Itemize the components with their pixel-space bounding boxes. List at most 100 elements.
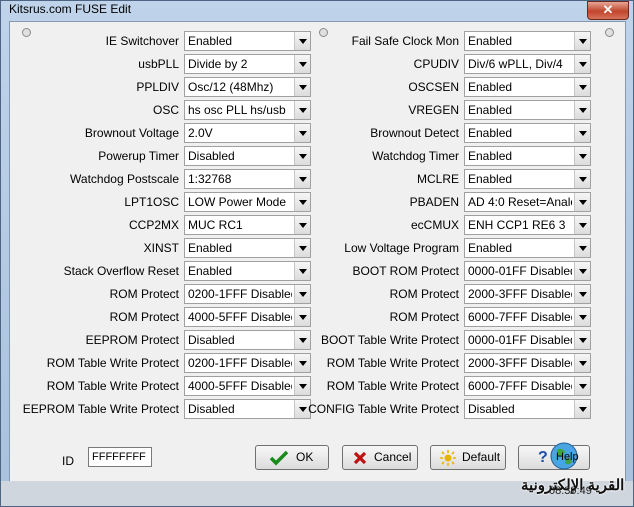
help-button[interactable]: ? Help — [518, 442, 590, 470]
fuse-label: Watchdog Postscale — [70, 172, 179, 186]
chevron-down-icon[interactable] — [574, 32, 590, 50]
dropdown-value: 0000-01FF Disabled — [468, 264, 572, 278]
fuse-dropdown[interactable]: 2000-3FFF Disabled — [464, 284, 591, 304]
chevron-down-icon[interactable] — [574, 55, 590, 73]
chevron-down-icon[interactable] — [294, 239, 310, 257]
fuse-dropdown[interactable]: AD 4:0 Reset=Analog — [464, 192, 591, 212]
dropdown-value: Div/6 wPLL, Div/4 — [468, 57, 563, 71]
fuse-dropdown[interactable]: Enabled — [184, 31, 311, 51]
chevron-down-icon[interactable] — [574, 331, 590, 349]
fuse-dropdown[interactable]: Enabled — [184, 238, 311, 258]
fuse-dropdown[interactable]: Disabled — [184, 399, 311, 419]
chevron-down-icon[interactable] — [574, 78, 590, 96]
ok-button[interactable]: OK — [255, 445, 329, 470]
chevron-down-icon[interactable] — [294, 308, 310, 326]
id-input[interactable]: FFFFFFFF — [88, 447, 152, 467]
fuse-dropdown[interactable]: 6000-7FFF Disabled — [464, 376, 591, 396]
fuse-label: Watchdog Timer — [372, 149, 459, 163]
chevron-down-icon[interactable] — [574, 193, 590, 211]
dropdown-value: Enabled — [468, 241, 513, 255]
cancel-button[interactable]: Cancel — [342, 445, 418, 470]
chevron-down-icon[interactable] — [574, 262, 590, 280]
chevron-down-icon[interactable] — [294, 78, 310, 96]
fuse-dropdown[interactable]: 4000-5FFF Disabled — [184, 307, 311, 327]
fuse-dropdown[interactable]: 0000-01FF Disabled — [464, 261, 591, 281]
fuse-dropdown[interactable]: 0000-01FF Disabled — [464, 330, 591, 350]
chevron-down-icon[interactable] — [574, 124, 590, 142]
fuse-dropdown[interactable]: Osc/12 (48Mhz) — [184, 77, 311, 97]
chevron-down-icon[interactable] — [574, 354, 590, 372]
chevron-down-icon[interactable] — [294, 285, 310, 303]
fuse-dropdown[interactable]: hs osc PLL hs/usb — [184, 100, 311, 120]
chevron-down-icon[interactable] — [574, 147, 590, 165]
chevron-down-icon[interactable] — [574, 170, 590, 188]
chevron-down-icon[interactable] — [294, 55, 310, 73]
fuse-dropdown[interactable]: Disabled — [184, 330, 311, 350]
dropdown-value: MUC RC1 — [188, 218, 243, 232]
fuse-dropdown[interactable]: Enabled — [464, 77, 591, 97]
chevron-down-icon[interactable] — [294, 170, 310, 188]
close-button[interactable]: ✕ — [587, 1, 629, 20]
chevron-down-icon[interactable] — [574, 216, 590, 234]
chevron-down-icon[interactable] — [294, 331, 310, 349]
fuse-dropdown[interactable]: Enabled — [464, 31, 591, 51]
fuse-label: LPT1OSC — [124, 195, 179, 209]
fuse-dropdown[interactable]: Disabled — [184, 146, 311, 166]
fuse-label: CONFIG Table Write Protect — [308, 402, 459, 416]
chevron-down-icon[interactable] — [294, 124, 310, 142]
chevron-down-icon[interactable] — [294, 193, 310, 211]
fuse-label: VREGEN — [408, 103, 459, 117]
fuse-dropdown[interactable]: Enabled — [464, 100, 591, 120]
chevron-down-icon[interactable] — [294, 147, 310, 165]
fuse-edit-window: Kitsrus.com FUSE Edit ✕ IE Switchover Ena… — [0, 0, 634, 507]
chevron-down-icon[interactable] — [294, 262, 310, 280]
fuse-dropdown[interactable]: Divide by 2 — [184, 54, 311, 74]
fuse-label: ROM Protect — [389, 310, 459, 324]
default-button[interactable]: Default — [430, 445, 506, 470]
dropdown-value: Enabled — [468, 80, 513, 94]
fuse-dropdown[interactable]: 2.0V — [184, 123, 311, 143]
dropdown-value: Divide by 2 — [188, 57, 248, 71]
fuse-dropdown[interactable]: Disabled — [464, 399, 591, 419]
fuse-dropdown[interactable]: Enabled — [464, 146, 591, 166]
fuse-label: OSC — [152, 103, 179, 117]
question-icon: ? — [538, 449, 548, 466]
fuse-dropdown[interactable]: 0200-1FFF Disabled — [184, 284, 311, 304]
fuse-label: ROM Table Write Protect — [46, 356, 179, 370]
chevron-down-icon[interactable] — [294, 101, 310, 119]
dropdown-value: Disabled — [468, 402, 515, 416]
right-grip-icon — [605, 28, 614, 37]
fuse-dropdown[interactable]: Div/6 wPLL, Div/4 — [464, 54, 591, 74]
chevron-down-icon[interactable] — [574, 400, 590, 418]
fuse-dropdown[interactable]: 1:32768 — [184, 169, 311, 189]
fuse-dropdown[interactable]: MUC RC1 — [184, 215, 311, 235]
id-label: ID — [62, 454, 74, 468]
chevron-down-icon[interactable] — [574, 239, 590, 257]
fuse-dropdown[interactable]: 2000-3FFF Disabled — [464, 353, 591, 373]
chevron-down-icon[interactable] — [574, 377, 590, 395]
fuse-label: BOOT Table Write Protect — [320, 333, 459, 347]
chevron-down-icon[interactable] — [294, 32, 310, 50]
fuse-dropdown[interactable]: ENH CCP1 RE6 3 — [464, 215, 591, 235]
dropdown-value: Enabled — [188, 264, 233, 278]
fuse-dropdown[interactable]: Enabled — [464, 238, 591, 258]
fuse-label: PBADEN — [409, 195, 459, 209]
fuse-dropdown[interactable]: LOW Power Mode — [184, 192, 311, 212]
chevron-down-icon[interactable] — [294, 354, 310, 372]
title-bar[interactable]: Kitsrus.com FUSE Edit ✕ — [1, 1, 633, 20]
fuse-dropdown[interactable]: 4000-5FFF Disabled — [184, 376, 311, 396]
fuse-dropdown[interactable]: Enabled — [464, 123, 591, 143]
fuse-dropdown[interactable]: 0200-1FFF Disabled — [184, 353, 311, 373]
dropdown-value: 2000-3FFF Disabled — [468, 287, 572, 301]
chevron-down-icon[interactable] — [294, 377, 310, 395]
window-title: Kitsrus.com FUSE Edit — [9, 2, 132, 16]
fuse-dropdown[interactable]: Enabled — [464, 169, 591, 189]
chevron-down-icon[interactable] — [574, 308, 590, 326]
chevron-down-icon[interactable] — [574, 285, 590, 303]
fuse-dropdown[interactable]: Enabled — [184, 261, 311, 281]
fuse-label: Brownout Voltage — [84, 126, 179, 140]
chevron-down-icon[interactable] — [574, 101, 590, 119]
fuse-label: CPUDIV — [413, 57, 459, 71]
fuse-dropdown[interactable]: 6000-7FFF Disabled — [464, 307, 591, 327]
chevron-down-icon[interactable] — [294, 216, 310, 234]
